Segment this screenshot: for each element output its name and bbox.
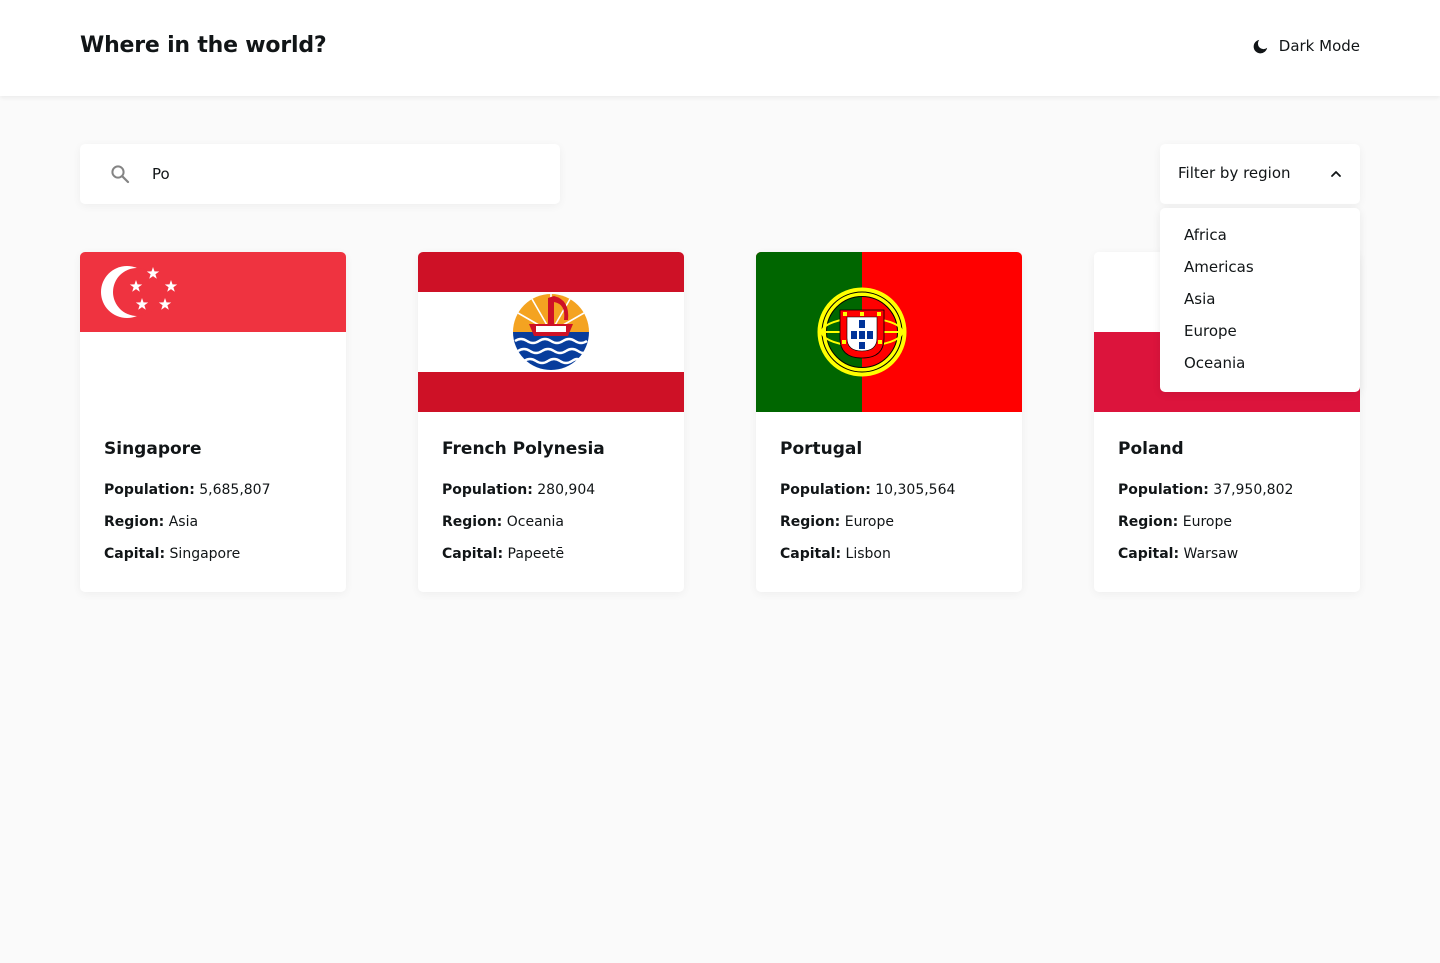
region-option-oceania[interactable]: Oceania bbox=[1184, 354, 1245, 372]
capital-value: Singapore bbox=[169, 546, 241, 562]
capital-row: Capital: Lisbon bbox=[780, 546, 891, 562]
capital-label: Capital: bbox=[780, 546, 842, 562]
region-filter-label: Filter by region bbox=[1178, 164, 1291, 182]
capital-row: Capital: Papeetē bbox=[442, 546, 564, 562]
population-value: 5,685,807 bbox=[199, 482, 271, 498]
dark-mode-label: Dark Mode bbox=[1278, 37, 1360, 55]
population-row: Population: 37,950,802 bbox=[1118, 482, 1293, 498]
capital-label: Capital: bbox=[442, 546, 504, 562]
population-row: Population: 280,904 bbox=[442, 482, 595, 498]
region-label: Region: bbox=[442, 514, 503, 530]
region-option-africa[interactable]: Africa bbox=[1184, 226, 1227, 244]
country-card[interactable]: Portugal Population: 10,305,564 Region: … bbox=[756, 252, 1022, 592]
region-row: Region: Oceania bbox=[442, 514, 564, 530]
capital-label: Capital: bbox=[104, 546, 166, 562]
country-card[interactable]: Singapore Population: 5,685,807 Region: … bbox=[80, 252, 346, 592]
region-row: Region: Europe bbox=[780, 514, 894, 530]
population-value: 10,305,564 bbox=[875, 482, 956, 498]
population-value: 280,904 bbox=[537, 482, 596, 498]
top-header: Where in the world? Dark Mode bbox=[0, 0, 1440, 96]
capital-row: Capital: Singapore bbox=[104, 546, 240, 562]
region-label: Region: bbox=[1118, 514, 1179, 530]
singapore-flag bbox=[80, 252, 346, 412]
capital-value: Lisbon bbox=[845, 546, 891, 562]
capital-row: Capital: Warsaw bbox=[1118, 546, 1238, 562]
region-dropdown-menu: Africa Americas Asia Europe Oceania bbox=[1160, 208, 1360, 392]
french-polynesia-flag bbox=[418, 252, 684, 412]
country-card[interactable]: French Polynesia Population: 280,904 Reg… bbox=[418, 252, 684, 592]
region-row: Region: Asia bbox=[104, 514, 198, 530]
search-icon bbox=[111, 165, 130, 184]
country-name: French Polynesia bbox=[442, 439, 605, 459]
region-label: Region: bbox=[780, 514, 841, 530]
region-value: Europe bbox=[844, 514, 894, 530]
region-value: Oceania bbox=[506, 514, 564, 530]
region-value: Asia bbox=[168, 514, 199, 530]
population-value: 37,950,802 bbox=[1213, 482, 1294, 498]
country-name: Poland bbox=[1118, 439, 1184, 459]
capital-label: Capital: bbox=[1118, 546, 1180, 562]
country-name: Singapore bbox=[104, 439, 202, 459]
capital-value: Warsaw bbox=[1183, 546, 1239, 562]
population-label: Population: bbox=[1118, 482, 1209, 498]
chevron-up-icon bbox=[1331, 171, 1341, 177]
region-row: Region: Europe bbox=[1118, 514, 1232, 530]
population-row: Population: 10,305,564 bbox=[780, 482, 955, 498]
capital-value: Papeetē bbox=[507, 546, 565, 562]
portugal-flag bbox=[756, 252, 1022, 412]
population-label: Population: bbox=[442, 482, 533, 498]
search-input[interactable] bbox=[152, 144, 542, 204]
app-title: Where in the world? bbox=[80, 33, 327, 58]
search-box[interactable] bbox=[80, 144, 560, 204]
moon-icon bbox=[1253, 39, 1267, 53]
population-row: Population: 5,685,807 bbox=[104, 482, 271, 498]
population-label: Population: bbox=[780, 482, 871, 498]
region-label: Region: bbox=[104, 514, 165, 530]
country-name: Portugal bbox=[780, 439, 863, 459]
region-filter-select[interactable]: Filter by region bbox=[1160, 144, 1360, 204]
region-option-asia[interactable]: Asia bbox=[1184, 290, 1215, 308]
population-label: Population: bbox=[104, 482, 195, 498]
region-option-europe[interactable]: Europe bbox=[1184, 322, 1237, 340]
region-value: Europe bbox=[1182, 514, 1232, 530]
region-option-americas[interactable]: Americas bbox=[1184, 258, 1254, 276]
dark-mode-toggle[interactable]: Dark Mode bbox=[1252, 37, 1360, 55]
